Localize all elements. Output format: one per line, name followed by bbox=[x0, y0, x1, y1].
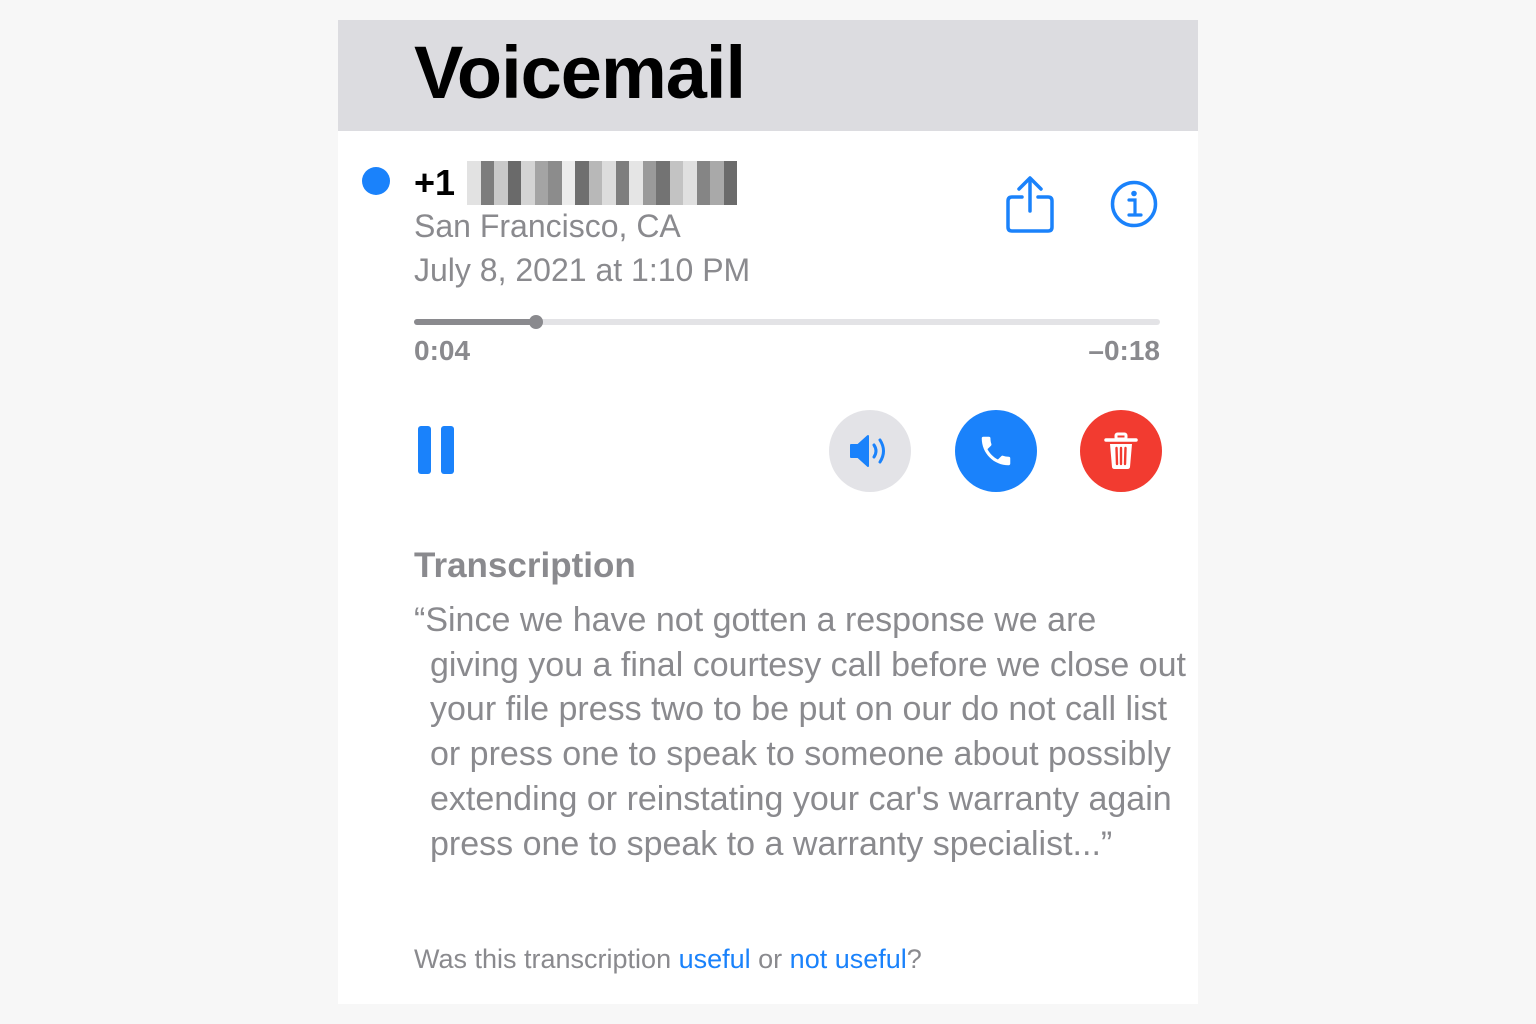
speaker-button[interactable] bbox=[829, 410, 911, 492]
info-button[interactable] bbox=[1110, 180, 1158, 228]
transcription-feedback: Was this transcription useful or not use… bbox=[414, 944, 922, 975]
info-icon bbox=[1110, 180, 1158, 228]
scrubber-handle[interactable] bbox=[529, 315, 544, 329]
feedback-suffix: ? bbox=[906, 944, 922, 974]
call-back-button[interactable] bbox=[955, 410, 1037, 492]
feedback-prefix: Was this transcription bbox=[414, 944, 679, 974]
share-icon bbox=[1006, 176, 1054, 233]
pause-button[interactable] bbox=[418, 426, 454, 474]
speaker-icon bbox=[850, 435, 885, 467]
page-title: Voicemail bbox=[414, 31, 746, 114]
trash-icon bbox=[1104, 432, 1138, 469]
playback-progress bbox=[414, 319, 537, 325]
caller-number-prefix: +1 bbox=[414, 162, 456, 203]
delete-button[interactable] bbox=[1080, 410, 1162, 492]
voicemail-header: Voicemail bbox=[338, 20, 1198, 131]
share-button[interactable] bbox=[1004, 175, 1056, 233]
voicemail-datetime: July 8, 2021 at 1:10 PM bbox=[414, 252, 751, 288]
unread-indicator bbox=[362, 167, 390, 195]
remaining-time: –0:18 bbox=[1088, 335, 1160, 366]
transcription-text: “Since we have not gotten a response we … bbox=[414, 601, 1186, 863]
transcription-heading: Transcription bbox=[414, 546, 636, 585]
voicemail-panel: Voicemail +1 San Francisco, CA July 8, 2… bbox=[338, 20, 1198, 1004]
useful-link[interactable]: useful bbox=[679, 944, 751, 974]
redacted-number bbox=[467, 161, 738, 205]
caller-location: San Francisco, CA bbox=[414, 208, 681, 244]
elapsed-time: 0:04 bbox=[414, 335, 471, 366]
feedback-or: or bbox=[750, 944, 790, 974]
phone-icon bbox=[981, 436, 1011, 466]
caller-number: +1 bbox=[414, 160, 738, 206]
not-useful-link[interactable]: not useful bbox=[790, 944, 907, 974]
playback-scrubber[interactable] bbox=[414, 315, 1160, 329]
